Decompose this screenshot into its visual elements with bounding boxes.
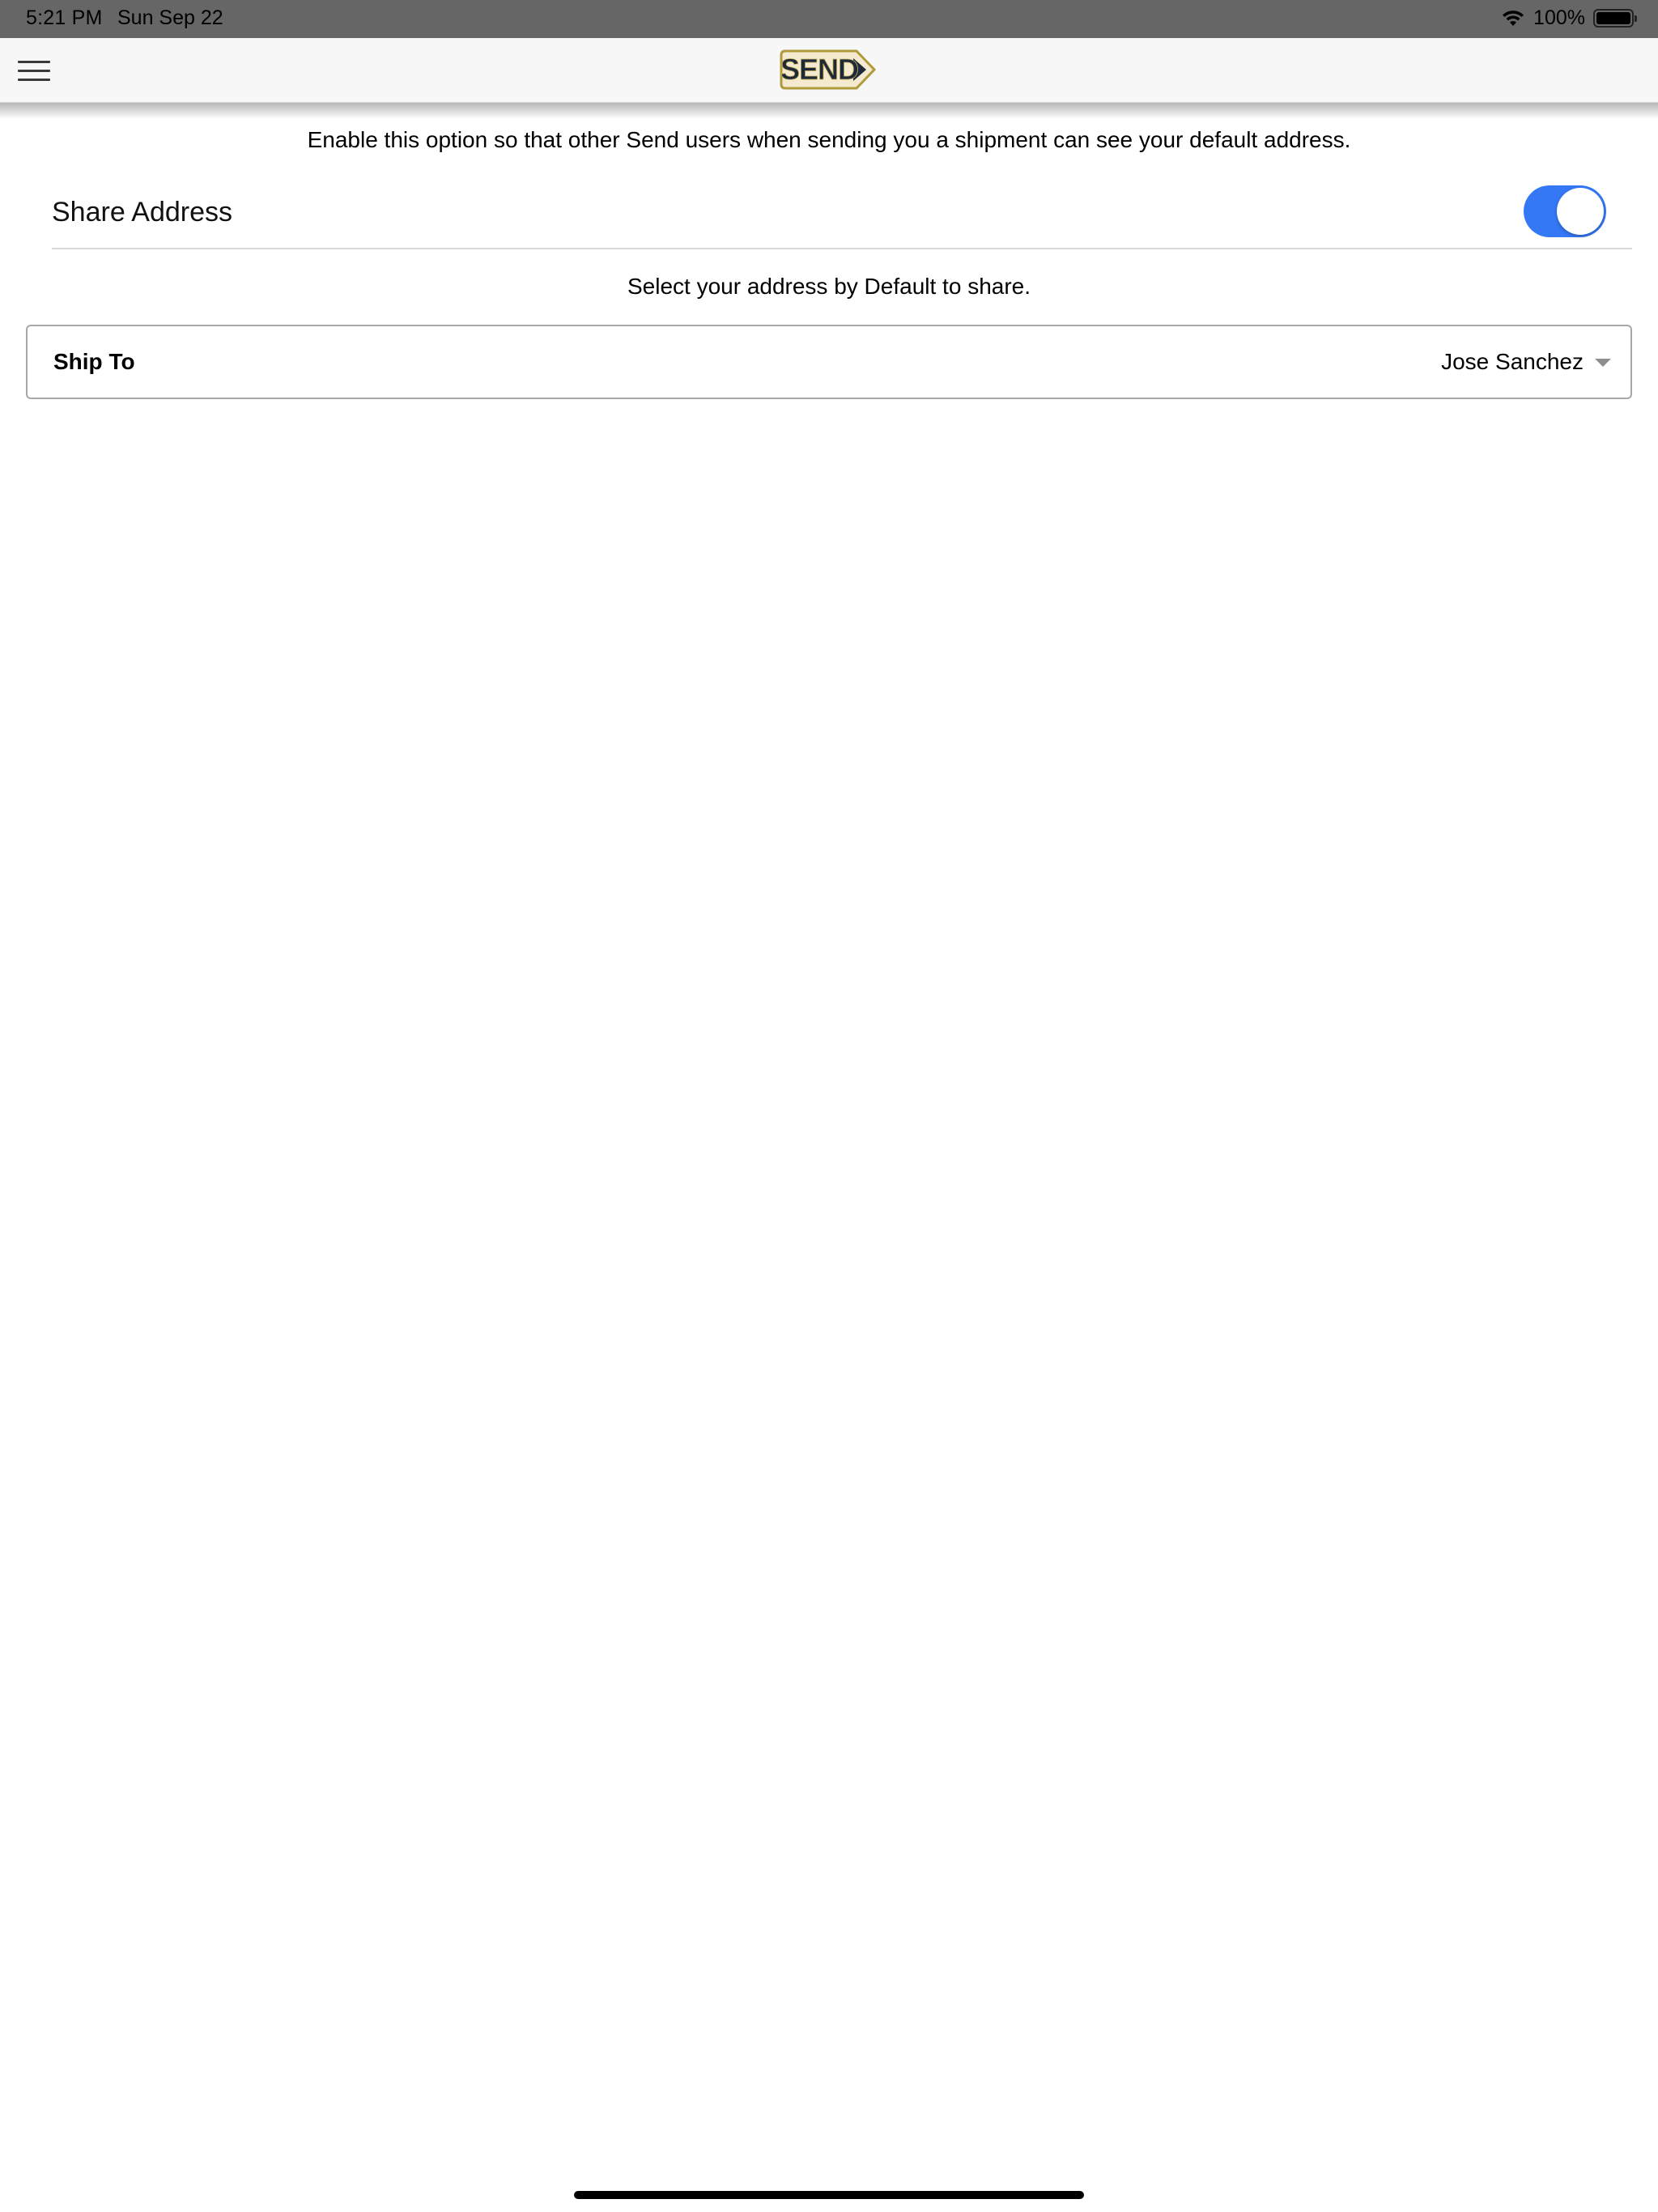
toggle-knob: [1557, 188, 1604, 235]
status-bar: 5:21 PM Sun Sep 22 100%: [0, 0, 1658, 38]
battery-tip: [1635, 15, 1637, 22]
menu-line: [18, 78, 50, 81]
status-time: 5:21 PM: [26, 6, 103, 29]
menu-line: [18, 60, 50, 63]
share-address-row: Share Address: [52, 182, 1632, 249]
send-logo: SEND: [780, 49, 877, 90]
home-indicator: [574, 2191, 1084, 2199]
share-address-label: Share Address: [52, 197, 233, 228]
wifi-icon: [1501, 10, 1525, 28]
logo-text: SEND: [780, 53, 858, 86]
ship-to-label: Ship To: [53, 349, 135, 374]
ship-to-selected-value: Jose Sanchez: [1441, 349, 1584, 374]
navigation-bar: SEND: [0, 38, 1658, 103]
hamburger-menu-button[interactable]: [18, 54, 53, 87]
ship-to-select[interactable]: Ship To Jose Sanchez: [26, 325, 1632, 399]
share-description: Enable this option so that other Send us…: [307, 127, 1351, 152]
navigation-bar-shadow: [0, 103, 1658, 119]
share-address-toggle[interactable]: [1524, 185, 1606, 237]
chevron-down-icon: [1595, 359, 1611, 367]
menu-line: [18, 69, 50, 72]
status-indicators: 100%: [1501, 6, 1637, 30]
status-date: Sun Sep 22: [117, 6, 223, 29]
battery-icon: [1593, 9, 1637, 28]
battery-level-fill: [1596, 12, 1630, 24]
select-address-hint: Select your address by Default to share.: [627, 274, 1031, 299]
battery-percentage: 100%: [1533, 6, 1585, 29]
